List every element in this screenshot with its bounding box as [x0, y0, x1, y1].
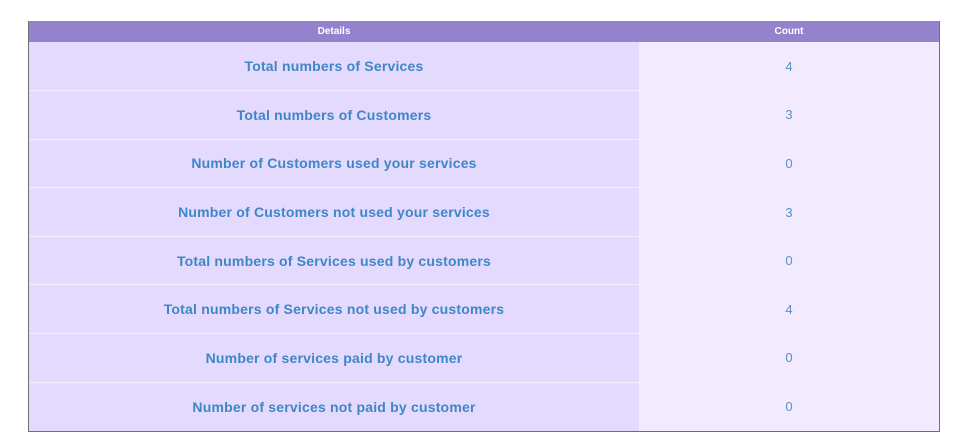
table-row: Total numbers of Services not used by cu…	[29, 284, 939, 334]
count-cell: 0	[639, 382, 939, 431]
summary-table-container: Details Count Total numbers of Services …	[28, 21, 940, 432]
column-header-details: Details	[317, 26, 351, 37]
detail-cell: Number of services paid by customer	[29, 333, 639, 383]
detail-cell: Total numbers of Services	[29, 42, 639, 91]
table-header: Details Count	[29, 21, 939, 42]
count-cell: 0	[639, 236, 939, 285]
table-row: Number of services not paid by customer …	[29, 382, 939, 431]
table-row: Total numbers of Services 4	[29, 42, 939, 91]
count-cell: 4	[639, 42, 939, 91]
table-row: Number of Customers used your services 0	[29, 139, 939, 188]
count-cell: 0	[639, 333, 939, 383]
column-header-count: Count	[774, 26, 804, 37]
detail-cell: Total numbers of Services used by custom…	[29, 236, 639, 285]
table-row: Number of Customers not used your servic…	[29, 187, 939, 237]
header-row: Details Count	[29, 21, 939, 42]
detail-cell: Total numbers of Services not used by cu…	[29, 284, 639, 334]
table-row: Number of services paid by customer 0	[29, 333, 939, 383]
count-cell: 3	[639, 90, 939, 140]
summary-table: Details Count Total numbers of Services …	[29, 21, 939, 431]
table-row: Total numbers of Customers 3	[29, 90, 939, 140]
count-cell: 4	[639, 284, 939, 334]
detail-cell: Total numbers of Customers	[29, 90, 639, 140]
table-body: Total numbers of Services 4 Total number…	[29, 42, 939, 431]
count-cell: 0	[639, 139, 939, 188]
detail-cell: Number of Customers not used your servic…	[29, 187, 639, 237]
count-cell: 3	[639, 187, 939, 237]
detail-cell: Number of Customers used your services	[29, 139, 639, 188]
detail-cell: Number of services not paid by customer	[29, 382, 639, 431]
table-row: Total numbers of Services used by custom…	[29, 236, 939, 285]
